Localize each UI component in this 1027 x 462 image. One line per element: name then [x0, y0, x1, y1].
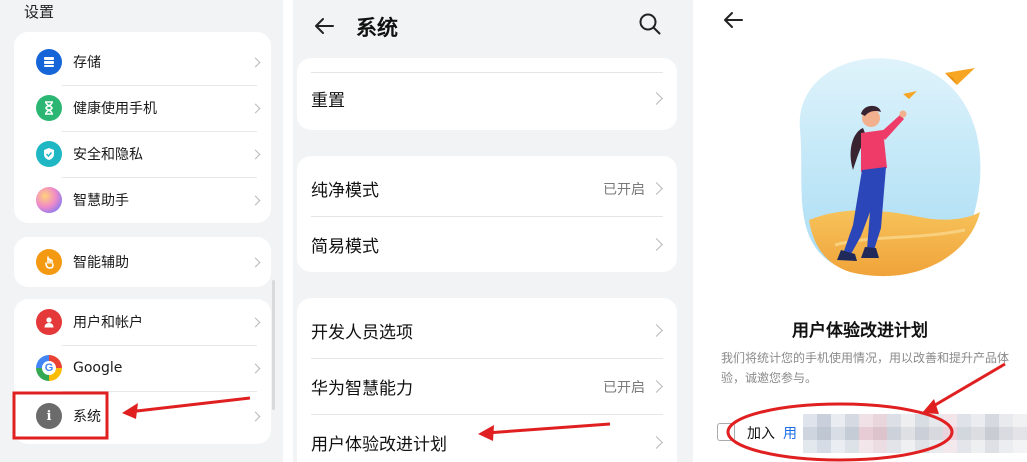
- system-panel: 系统 重置 纯净模式 已开启 简易模式 开发人员选项 华为智慧能力 已开启 用户…: [293, 0, 693, 462]
- chevron-right-icon: [650, 380, 663, 393]
- chevron-right-icon: [250, 103, 261, 113]
- settings-card-1: 存储 健康使用手机 安全和隐私 智慧助手: [14, 32, 271, 223]
- settings-item-label: 系统: [73, 409, 101, 425]
- ux-program-panel: 用户体验改进计划 我们将统计您的手机使用情况，用以改善和提升产品体验，诚邀您参与…: [693, 0, 1027, 462]
- pixelated-agreement-text: [803, 414, 1027, 453]
- back-arrow-icon[interactable]: [721, 8, 745, 32]
- settings-item-label: Google: [73, 360, 123, 376]
- settings-card-2: 智能辅助: [14, 237, 271, 287]
- hand-pointer-icon: [36, 249, 62, 275]
- system-item-reset[interactable]: 重置: [297, 74, 677, 130]
- chevron-right-icon: [650, 238, 663, 251]
- system-card-1: 重置: [297, 58, 677, 130]
- settings-item-label: 智能辅助: [73, 255, 129, 271]
- chevron-right-icon: [650, 324, 663, 337]
- settings-title: 设置: [24, 3, 55, 21]
- settings-item-assistant[interactable]: 智慧助手: [14, 177, 271, 223]
- page-title: 系统: [356, 16, 398, 40]
- system-header: 系统: [293, 0, 693, 56]
- settings-item-label: 存储: [73, 55, 101, 71]
- chevron-right-icon: [650, 92, 663, 105]
- system-item-developer-options[interactable]: 开发人员选项: [297, 302, 677, 358]
- search-icon[interactable]: [638, 12, 662, 38]
- settings-item-storage[interactable]: 存储: [14, 39, 271, 85]
- chevron-right-icon: [650, 436, 663, 449]
- hourglass-icon: [36, 95, 62, 121]
- join-label: 加入: [747, 426, 775, 442]
- settings-item-accessibility[interactable]: 智能辅助: [14, 237, 271, 287]
- status-text: 已开启: [603, 182, 645, 198]
- settings-panel: 设置 存储 健康使用手机 安全和隐私 智慧助手 智能辅助 用户和帐户 G Goo…: [0, 0, 283, 462]
- chevron-right-icon: [250, 257, 261, 267]
- chevron-right-icon: [250, 317, 261, 327]
- settings-item-system[interactable]: i 系统: [14, 391, 271, 441]
- agreement-link[interactable]: 用: [783, 423, 797, 443]
- settings-item-health[interactable]: 健康使用手机: [14, 85, 271, 131]
- settings-item-label: 智慧助手: [73, 193, 129, 209]
- system-item-label: 重置: [311, 91, 345, 111]
- system-item-label: 华为智慧能力: [311, 379, 413, 399]
- system-card-3: 开发人员选项 华为智慧能力 已开启 用户体验改进计划: [297, 298, 677, 462]
- ux-program-title: 用户体验改进计划: [792, 321, 928, 341]
- system-item-label: 开发人员选项: [311, 323, 413, 343]
- chevron-right-icon: [250, 195, 261, 205]
- chevron-right-icon: [650, 182, 663, 195]
- info-icon: i: [36, 403, 62, 429]
- system-item-ux-program[interactable]: 用户体验改进计划: [297, 414, 677, 462]
- system-item-huawei-intelligence[interactable]: 华为智慧能力 已开启: [297, 358, 677, 414]
- settings-item-google[interactable]: G Google: [14, 345, 271, 391]
- chevron-right-icon: [250, 149, 261, 159]
- storage-icon: [36, 49, 62, 75]
- settings-card-3: 用户和帐户 G Google i 系统: [14, 299, 271, 444]
- join-checkbox[interactable]: [717, 423, 735, 441]
- status-text: 已开启: [603, 380, 645, 396]
- chevron-right-icon: [250, 57, 261, 67]
- system-item-pure-mode[interactable]: 纯净模式 已开启: [297, 160, 677, 216]
- settings-item-security[interactable]: 安全和隐私: [14, 131, 271, 177]
- settings-item-users[interactable]: 用户和帐户: [14, 299, 271, 345]
- shield-check-icon: [36, 141, 62, 167]
- chevron-right-icon: [250, 363, 261, 373]
- settings-item-label: 用户和帐户: [73, 315, 143, 331]
- assistant-orb-icon: [36, 187, 62, 213]
- chevron-right-icon: [250, 411, 261, 421]
- system-item-label: 用户体验改进计划: [311, 435, 447, 455]
- back-arrow-icon[interactable]: [312, 14, 336, 38]
- panel-divider: [283, 0, 293, 462]
- settings-item-label: 安全和隐私: [73, 147, 143, 163]
- ux-program-description: 我们将统计您的手机使用情况，用以改善和提升产品体验，诚邀您参与。: [721, 351, 1010, 385]
- system-card-2: 纯净模式 已开启 简易模式: [297, 156, 677, 272]
- system-item-simple-mode[interactable]: 简易模式: [297, 216, 677, 272]
- settings-item-label: 健康使用手机: [73, 101, 157, 117]
- scrollbar[interactable]: [272, 280, 275, 410]
- illustration: [799, 58, 981, 277]
- system-item-label: 简易模式: [311, 237, 379, 257]
- google-icon: G: [36, 355, 62, 381]
- user-icon: [36, 309, 62, 335]
- divider: [311, 72, 663, 73]
- system-item-label: 纯净模式: [311, 181, 379, 201]
